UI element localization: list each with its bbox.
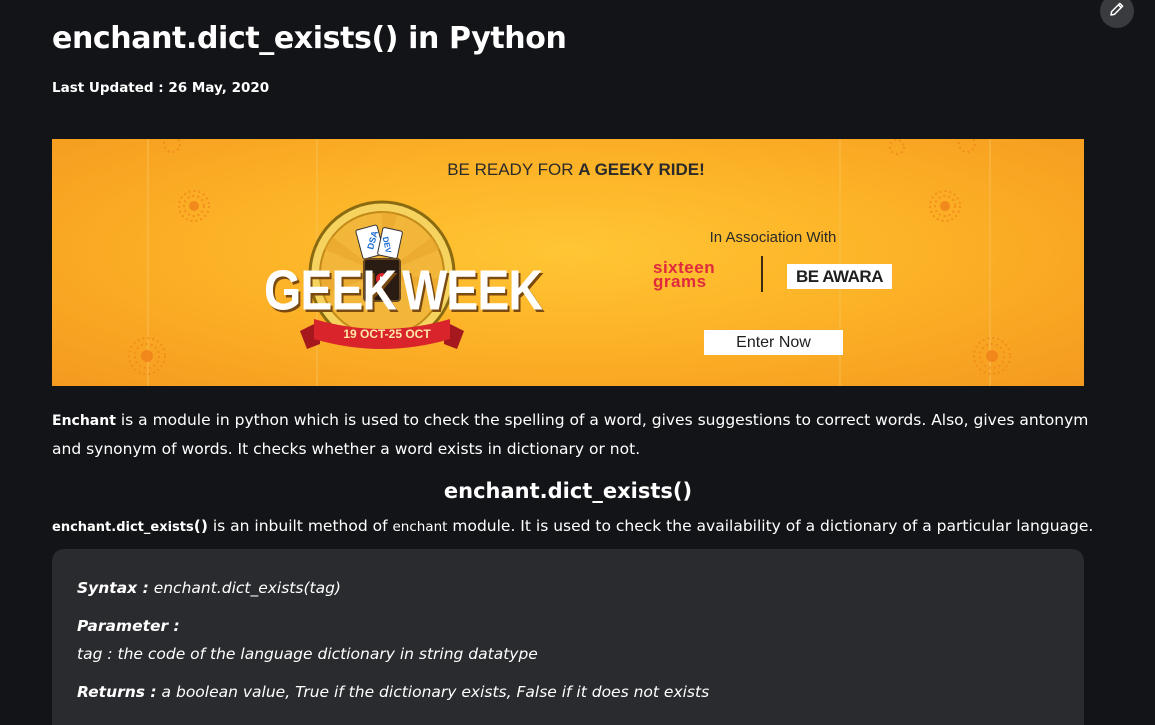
intro-term: Enchant [52, 413, 116, 429]
intro-paragraph: Enchant is a module in python which is u… [52, 406, 1092, 463]
pencil-icon [1108, 0, 1126, 22]
intro-text: is a module in python which is used to c… [52, 411, 1089, 458]
returns-label: Returns : [77, 683, 157, 701]
syntax-label: Syntax : [77, 579, 149, 597]
returns-value: a boolean value, True if the dictionary … [156, 683, 710, 701]
geek-week-banner[interactable]: DSA DEV BE READY FOR A GEEKY RIDE! GEEK … [52, 139, 1084, 386]
method-description: enchant.dict_exists() is an inbuilt meth… [52, 512, 1093, 542]
sixteen-grams-line2: grams [653, 272, 707, 291]
logo-word-geek: GEEK [264, 260, 397, 323]
partner-divider [761, 256, 763, 292]
syntax-value: enchant.dict_exists(tag) [148, 579, 341, 597]
tagline-prefix: BE READY FOR [447, 160, 579, 179]
syntax-block: Syntax : enchant.dict_exists(tag) Parame… [52, 549, 1084, 725]
enter-now-button[interactable]: Enter Now [704, 330, 843, 355]
method-suffix: () [193, 517, 208, 535]
be-awara-logo: BE AWARA [787, 264, 892, 289]
tagline-bold: A GEEKY RIDE! [578, 160, 705, 179]
last-updated: Last Updated : 26 May, 2020 [52, 80, 270, 96]
method-name: enchant.dict_exists [52, 520, 194, 535]
returns-line: Returns : a boolean value, True if the d… [77, 680, 709, 704]
event-dates: 19 OCT-25 OCT [343, 327, 431, 341]
description-text-mid: is an inbuilt method of [207, 517, 393, 535]
parameter-label: Parameter : [77, 617, 180, 635]
article-page: enchant.dict_exists() in Python Last Upd… [0, 0, 1155, 725]
parameter-value: tag : the code of the language dictionar… [77, 645, 538, 663]
sixteen-grams-logo: sixteen grams [653, 259, 715, 291]
logo-word-week: WEEK [402, 260, 543, 323]
module-name: enchant [392, 519, 448, 535]
parameter-line: Parameter : [77, 614, 180, 638]
section-heading: enchant.dict_exists() [443, 479, 693, 503]
banner-tagline: BE READY FOR A GEEKY RIDE! [52, 160, 1084, 180]
edit-button[interactable] [1100, 0, 1134, 28]
syntax-line: Syntax : enchant.dict_exists(tag) [77, 576, 341, 600]
article-title: enchant.dict_exists() in Python [52, 21, 567, 56]
association-text: In Association With [709, 229, 837, 246]
description-text-end: module. It is used to check the availabi… [447, 517, 1094, 535]
